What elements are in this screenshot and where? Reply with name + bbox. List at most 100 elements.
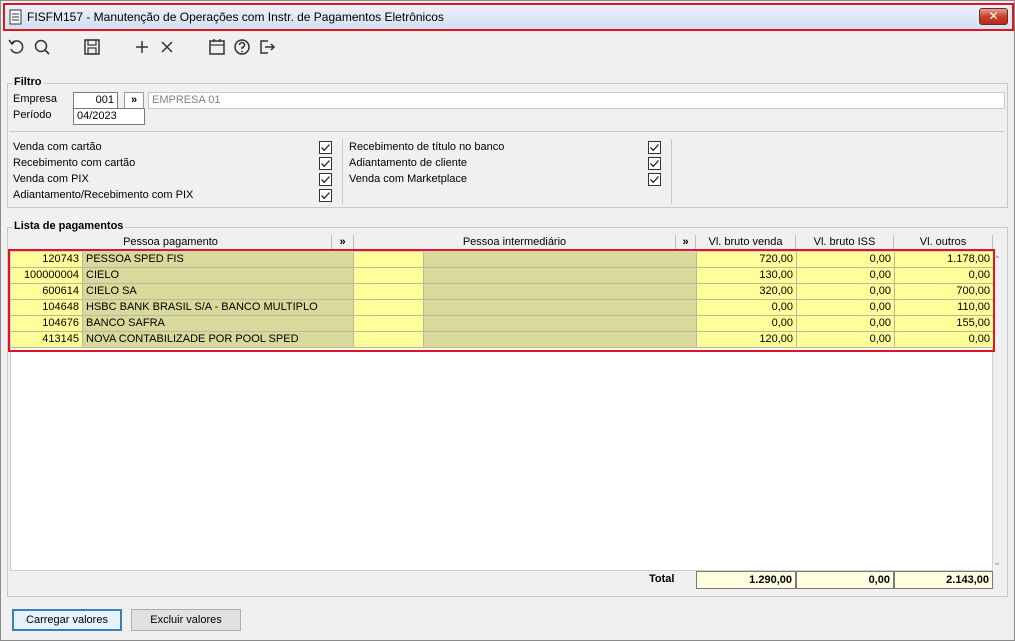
cell-vl-outros[interactable]: 0,00 bbox=[895, 332, 994, 348]
cell-vl-bruto-iss[interactable]: 0,00 bbox=[797, 332, 895, 348]
cell-intermediario-code[interactable] bbox=[354, 316, 424, 332]
cell-code[interactable]: 600614 bbox=[11, 284, 83, 300]
checkmark-icon bbox=[650, 144, 659, 152]
cell-intermediario-code[interactable] bbox=[354, 284, 424, 300]
add-icon[interactable] bbox=[132, 37, 152, 57]
close-icon: ✕ bbox=[988, 9, 999, 23]
checkmark-icon bbox=[321, 176, 330, 184]
cell-intermediario-name[interactable] bbox=[424, 316, 697, 332]
filtro-label: Filtro bbox=[12, 76, 44, 88]
check-label-venda-cartao: Venda com cartão bbox=[13, 141, 102, 153]
cell-vl-bruto-iss[interactable]: 0,00 bbox=[797, 252, 895, 268]
col-header-vl-bruto-venda[interactable]: Vl. bruto venda bbox=[696, 235, 796, 250]
cell-intermediario-name[interactable] bbox=[424, 252, 697, 268]
cell-vl-bruto-iss[interactable]: 0,00 bbox=[797, 284, 895, 300]
exit-icon[interactable] bbox=[257, 37, 277, 57]
cell-name[interactable]: HSBC BANK BRASIL S/A - BANCO MULTIPLO bbox=[83, 300, 354, 316]
checkbox-venda-marketplace[interactable] bbox=[648, 173, 661, 186]
toolbar bbox=[1, 34, 1014, 60]
cell-code[interactable]: 120743 bbox=[11, 252, 83, 268]
cell-vl-bruto-venda[interactable]: 720,00 bbox=[697, 252, 797, 268]
cell-name[interactable]: BANCO SAFRA bbox=[83, 316, 354, 332]
total-vl-outros: 2.143,00 bbox=[894, 571, 993, 589]
delete-icon[interactable] bbox=[157, 37, 177, 57]
cell-vl-outros[interactable]: 700,00 bbox=[895, 284, 994, 300]
cell-vl-bruto-venda[interactable]: 130,00 bbox=[697, 268, 797, 284]
cell-vl-outros[interactable]: 0,00 bbox=[895, 268, 994, 284]
periodo-input[interactable]: 04/2023 bbox=[73, 108, 145, 125]
scroll-up-icon[interactable]: ⌃ bbox=[993, 255, 1001, 266]
save-icon[interactable] bbox=[82, 37, 102, 57]
cell-name[interactable]: PESSOA SPED FIS bbox=[83, 252, 354, 268]
lista-label: Lista de pagamentos bbox=[12, 220, 126, 232]
filtro-divider bbox=[10, 131, 1004, 132]
check-label-adiantamento-pix: Adiantamento/Recebimento com PIX bbox=[13, 189, 194, 201]
cell-intermediario-name[interactable] bbox=[424, 332, 697, 348]
col-header-pessoa-lookup[interactable]: » bbox=[332, 235, 354, 250]
main-window: FISFM157 - Manutenção de Operações com I… bbox=[0, 0, 1015, 641]
cell-intermediario-name[interactable] bbox=[424, 284, 697, 300]
col-header-intermediario-lookup[interactable]: » bbox=[676, 235, 696, 250]
checkbox-adiantamento-cliente[interactable] bbox=[648, 157, 661, 170]
checkbox-recebimento-cartao[interactable] bbox=[319, 157, 332, 170]
cell-vl-bruto-iss[interactable]: 0,00 bbox=[797, 268, 895, 284]
checkbox-venda-cartao[interactable] bbox=[319, 141, 332, 154]
checkmark-icon bbox=[650, 176, 659, 184]
cell-vl-bruto-venda[interactable]: 120,00 bbox=[697, 332, 797, 348]
cell-intermediario-code[interactable] bbox=[354, 268, 424, 284]
window-title: FISFM157 - Manutenção de Operações com I… bbox=[27, 10, 444, 24]
periodo-label: Período bbox=[13, 109, 52, 121]
col-header-vl-bruto-iss[interactable]: Vl. bruto ISS bbox=[796, 235, 894, 250]
empresa-lookup-button[interactable]: » bbox=[124, 92, 144, 109]
col-header-pessoa-pagamento[interactable]: Pessoa pagamento bbox=[10, 235, 332, 250]
check-label-venda-marketplace: Venda com Marketplace bbox=[349, 173, 468, 185]
check-label-adiantamento-cliente: Adiantamento de cliente bbox=[349, 157, 468, 169]
empresa-code-input[interactable]: 001 bbox=[73, 92, 118, 109]
document-icon bbox=[9, 9, 23, 26]
cell-vl-outros[interactable]: 1.178,00 bbox=[895, 252, 994, 268]
scroll-down-icon[interactable]: ⌄ bbox=[993, 557, 1001, 568]
checkmark-icon bbox=[650, 160, 659, 168]
carregar-valores-button[interactable]: Carregar valores bbox=[12, 609, 122, 631]
cell-vl-outros[interactable]: 155,00 bbox=[895, 316, 994, 332]
cell-intermediario-code[interactable] bbox=[354, 252, 424, 268]
checkmark-icon bbox=[321, 192, 330, 200]
cell-name[interactable]: NOVA CONTABILIZADE POR POOL SPED bbox=[83, 332, 354, 348]
checks-divider-right bbox=[671, 139, 672, 204]
cell-intermediario-code[interactable] bbox=[354, 332, 424, 348]
cell-vl-bruto-venda[interactable]: 320,00 bbox=[697, 284, 797, 300]
empresa-label: Empresa bbox=[13, 93, 58, 105]
cell-vl-bruto-iss[interactable]: 0,00 bbox=[797, 300, 895, 316]
checkmark-icon bbox=[321, 144, 330, 152]
cell-vl-bruto-venda[interactable]: 0,00 bbox=[697, 316, 797, 332]
calendar-icon[interactable] bbox=[207, 37, 227, 57]
payments-grid[interactable]: 120743 PESSOA SPED FIS 720,00 0,00 1.178… bbox=[10, 251, 994, 571]
cell-intermediario-code[interactable] bbox=[354, 300, 424, 316]
cell-name[interactable]: CIELO bbox=[83, 268, 354, 284]
cell-vl-bruto-venda[interactable]: 0,00 bbox=[697, 300, 797, 316]
total-vl-bruto-iss: 0,00 bbox=[796, 571, 894, 589]
title-bar: FISFM157 - Manutenção de Operações com I… bbox=[3, 3, 1014, 31]
cell-intermediario-name[interactable] bbox=[424, 268, 697, 284]
close-button[interactable]: ✕ bbox=[979, 8, 1008, 25]
cell-code[interactable]: 413145 bbox=[11, 332, 83, 348]
col-header-vl-outros[interactable]: Vl. outros bbox=[894, 235, 993, 250]
cell-code[interactable]: 104676 bbox=[11, 316, 83, 332]
cell-name[interactable]: CIELO SA bbox=[83, 284, 354, 300]
col-header-pessoa-intermediario[interactable]: Pessoa intermediário bbox=[354, 235, 676, 250]
checkbox-venda-pix[interactable] bbox=[319, 173, 332, 186]
checkbox-adiantamento-pix[interactable] bbox=[319, 189, 332, 202]
undo-icon[interactable] bbox=[7, 37, 27, 57]
total-label: Total bbox=[649, 573, 675, 585]
cell-code[interactable]: 104648 bbox=[11, 300, 83, 316]
grid-header: Pessoa pagamento » Pessoa intermediário … bbox=[10, 235, 993, 250]
cell-vl-outros[interactable]: 110,00 bbox=[895, 300, 994, 316]
checkbox-recebimento-titulo[interactable] bbox=[648, 141, 661, 154]
excluir-valores-button[interactable]: Excluir valores bbox=[131, 609, 241, 631]
cell-vl-bruto-iss[interactable]: 0,00 bbox=[797, 316, 895, 332]
cell-code[interactable]: 100000004 bbox=[11, 268, 83, 284]
help-icon[interactable] bbox=[232, 37, 252, 57]
cell-intermediario-name[interactable] bbox=[424, 300, 697, 316]
search-icon[interactable] bbox=[32, 37, 52, 57]
check-label-venda-pix: Venda com PIX bbox=[13, 173, 89, 185]
